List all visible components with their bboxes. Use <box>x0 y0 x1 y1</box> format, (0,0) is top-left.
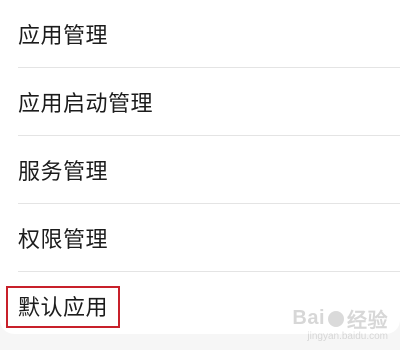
list-item-label: 应用启动管理 <box>18 91 154 117</box>
settings-screen: 应用管理 应用启动管理 服务管理 权限管理 默认应用 Bai 经验 jingya… <box>0 0 400 350</box>
paw-icon <box>328 310 344 327</box>
list-item-label: 服务管理 <box>18 159 109 185</box>
list-item-app-launch-management[interactable]: 应用启动管理 <box>0 68 400 135</box>
list-item-permission-management[interactable]: 权限管理 <box>0 204 400 271</box>
list-item-service-management[interactable]: 服务管理 <box>0 136 400 203</box>
watermark-brand: Bai 经验 <box>292 304 388 333</box>
list-item-label: 应用管理 <box>18 23 109 49</box>
highlight-box <box>6 286 120 328</box>
watermark-url: jingyan.baidu.com <box>307 331 388 342</box>
list-item-label: 权限管理 <box>18 227 109 253</box>
list-item-app-management[interactable]: 应用管理 <box>0 0 400 67</box>
watermark-brand-left: Bai <box>292 307 325 329</box>
watermark-logo: Bai 经验 jingyan.baidu.com <box>292 304 388 342</box>
settings-list-card: 应用管理 应用启动管理 服务管理 权限管理 默认应用 <box>0 0 400 334</box>
watermark-brand-right: 经验 <box>347 310 388 332</box>
